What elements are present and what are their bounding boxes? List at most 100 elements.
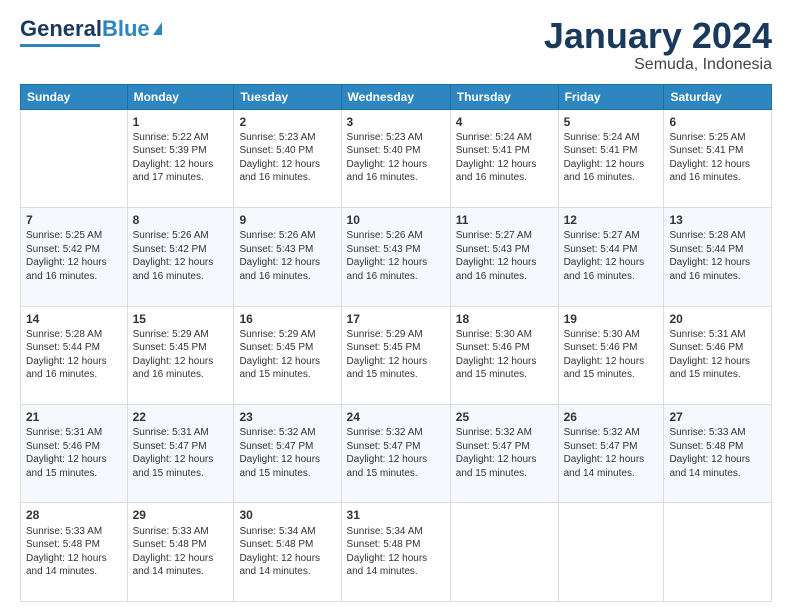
logo-text: General — [20, 16, 102, 42]
logo-blue-text: Blue — [102, 16, 150, 42]
calendar-cell: 28 Sunrise: 5:33 AM Sunset: 5:48 PM Dayli… — [21, 503, 128, 602]
day-number: 18 — [456, 311, 553, 327]
calendar-cell: 20Sunrise: 5:31 AM Sunset: 5:46 PM Dayli… — [664, 306, 772, 404]
calendar-week-row: 21Sunrise: 5:31 AM Sunset: 5:46 PM Dayli… — [21, 405, 772, 503]
day-number: 9 — [239, 212, 335, 228]
cell-info: Sunrise: 5:33 AM Sunset: 5:48 PM Dayligh… — [133, 525, 229, 579]
calendar-cell: 14Sunrise: 5:28 AM Sunset: 5:44 PM Dayli… — [21, 306, 128, 404]
cell-info: Sunrise: 5:28 AM Sunset: 5:44 PM Dayligh… — [26, 328, 122, 382]
calendar-cell: 11Sunrise: 5:27 AM Sunset: 5:43 PM Dayli… — [450, 208, 558, 306]
cell-info: Sunrise: 5:32 AM Sunset: 5:47 PM Dayligh… — [347, 426, 445, 480]
calendar-cell: 21Sunrise: 5:31 AM Sunset: 5:46 PM Dayli… — [21, 405, 128, 503]
day-number: 7 — [26, 212, 122, 228]
day-number: 13 — [669, 212, 766, 228]
calendar-cell: 31Sunrise: 5:34 AM Sunset: 5:48 PM Dayli… — [341, 503, 450, 602]
cell-info: Sunrise: 5:22 AM Sunset: 5:39 PM Dayligh… — [133, 131, 229, 185]
calendar-week-row: 28 Sunrise: 5:33 AM Sunset: 5:48 PM Dayli… — [21, 503, 772, 602]
cell-info: Sunrise: 5:34 AM Sunset: 5:48 PM Dayligh… — [239, 525, 335, 579]
cell-info: Sunrise: 5:31 AM Sunset: 5:46 PM Dayligh… — [669, 328, 766, 382]
calendar-cell: 9Sunrise: 5:26 AM Sunset: 5:43 PM Daylig… — [234, 208, 341, 306]
calendar-cell: 26Sunrise: 5:32 AM Sunset: 5:47 PM Dayli… — [558, 405, 664, 503]
calendar-cell: 6Sunrise: 5:25 AM Sunset: 5:41 PM Daylig… — [664, 109, 772, 207]
calendar-cell: 5Sunrise: 5:24 AM Sunset: 5:41 PM Daylig… — [558, 109, 664, 207]
calendar-day-header: Saturday — [664, 84, 772, 109]
calendar-cell: 8Sunrise: 5:26 AM Sunset: 5:42 PM Daylig… — [127, 208, 234, 306]
cell-info: Sunrise: 5:28 AM Sunset: 5:44 PM Dayligh… — [669, 229, 766, 283]
day-number: 17 — [347, 311, 445, 327]
calendar-cell: 1Sunrise: 5:22 AM Sunset: 5:39 PM Daylig… — [127, 109, 234, 207]
cell-info: Sunrise: 5:24 AM Sunset: 5:41 PM Dayligh… — [456, 131, 553, 185]
calendar-cell: 23Sunrise: 5:32 AM Sunset: 5:47 PM Dayli… — [234, 405, 341, 503]
calendar-cell: 12Sunrise: 5:27 AM Sunset: 5:44 PM Dayli… — [558, 208, 664, 306]
day-number: 3 — [347, 114, 445, 130]
calendar-table: SundayMondayTuesdayWednesdayThursdayFrid… — [20, 84, 772, 602]
page: General Blue January 2024 Semuda, Indone… — [0, 0, 792, 612]
cell-info: Sunrise: 5:29 AM Sunset: 5:45 PM Dayligh… — [239, 328, 335, 382]
day-number: 1 — [133, 114, 229, 130]
calendar-cell: 19Sunrise: 5:30 AM Sunset: 5:46 PM Dayli… — [558, 306, 664, 404]
calendar-cell: 22Sunrise: 5:31 AM Sunset: 5:47 PM Dayli… — [127, 405, 234, 503]
day-number: 25 — [456, 409, 553, 425]
day-number: 15 — [133, 311, 229, 327]
cell-info: Sunrise: 5:32 AM Sunset: 5:47 PM Dayligh… — [564, 426, 659, 480]
calendar-cell: 24Sunrise: 5:32 AM Sunset: 5:47 PM Dayli… — [341, 405, 450, 503]
calendar-cell: 4Sunrise: 5:24 AM Sunset: 5:41 PM Daylig… — [450, 109, 558, 207]
calendar-cell — [450, 503, 558, 602]
cell-info: Sunrise: 5:23 AM Sunset: 5:40 PM Dayligh… — [239, 131, 335, 185]
logo: General Blue — [20, 16, 162, 47]
calendar-day-header: Thursday — [450, 84, 558, 109]
day-number: 6 — [669, 114, 766, 130]
cell-info: Sunrise: 5:33 AM Sunset: 5:48 PM Dayligh… — [26, 525, 122, 579]
day-number: 10 — [347, 212, 445, 228]
day-number: 21 — [26, 409, 122, 425]
day-number: 14 — [26, 311, 122, 327]
cell-info: Sunrise: 5:23 AM Sunset: 5:40 PM Dayligh… — [347, 131, 445, 185]
calendar-day-header: Tuesday — [234, 84, 341, 109]
calendar-cell: 30 Sunrise: 5:34 AM Sunset: 5:48 PM Dayli… — [234, 503, 341, 602]
calendar-cell: 17Sunrise: 5:29 AM Sunset: 5:45 PM Dayli… — [341, 306, 450, 404]
cell-info: Sunrise: 5:31 AM Sunset: 5:46 PM Dayligh… — [26, 426, 122, 480]
logo-line: General Blue — [20, 16, 162, 42]
calendar-cell: 29 Sunrise: 5:33 AM Sunset: 5:48 PM Dayli… — [127, 503, 234, 602]
cell-info: Sunrise: 5:33 AM Sunset: 5:48 PM Dayligh… — [669, 426, 766, 480]
day-number: 23 — [239, 409, 335, 425]
cell-info: Sunrise: 5:24 AM Sunset: 5:41 PM Dayligh… — [564, 131, 659, 185]
day-number: 26 — [564, 409, 659, 425]
calendar-week-row: 14Sunrise: 5:28 AM Sunset: 5:44 PM Dayli… — [21, 306, 772, 404]
logo-underline — [20, 44, 100, 47]
calendar-cell: 25Sunrise: 5:32 AM Sunset: 5:47 PM Dayli… — [450, 405, 558, 503]
cell-info: Sunrise: 5:30 AM Sunset: 5:46 PM Dayligh… — [456, 328, 553, 382]
cell-info: Sunrise: 5:29 AM Sunset: 5:45 PM Dayligh… — [133, 328, 229, 382]
calendar-cell — [558, 503, 664, 602]
day-number: 28 — [26, 507, 122, 523]
calendar-day-header: Monday — [127, 84, 234, 109]
calendar-cell: 2Sunrise: 5:23 AM Sunset: 5:40 PM Daylig… — [234, 109, 341, 207]
calendar-cell: 7Sunrise: 5:25 AM Sunset: 5:42 PM Daylig… — [21, 208, 128, 306]
day-number: 4 — [456, 114, 553, 130]
cell-info: Sunrise: 5:31 AM Sunset: 5:47 PM Dayligh… — [133, 426, 229, 480]
cell-info: Sunrise: 5:29 AM Sunset: 5:45 PM Dayligh… — [347, 328, 445, 382]
day-number: 12 — [564, 212, 659, 228]
calendar-cell: 16Sunrise: 5:29 AM Sunset: 5:45 PM Dayli… — [234, 306, 341, 404]
calendar-cell: 3Sunrise: 5:23 AM Sunset: 5:40 PM Daylig… — [341, 109, 450, 207]
cell-info: Sunrise: 5:30 AM Sunset: 5:46 PM Dayligh… — [564, 328, 659, 382]
calendar-cell: 18Sunrise: 5:30 AM Sunset: 5:46 PM Dayli… — [450, 306, 558, 404]
calendar-cell: 10Sunrise: 5:26 AM Sunset: 5:43 PM Dayli… — [341, 208, 450, 306]
calendar-cell — [21, 109, 128, 207]
cell-info: Sunrise: 5:26 AM Sunset: 5:42 PM Dayligh… — [133, 229, 229, 283]
day-number: 30 — [239, 507, 335, 523]
day-number: 5 — [564, 114, 659, 130]
cell-info: Sunrise: 5:25 AM Sunset: 5:42 PM Dayligh… — [26, 229, 122, 283]
calendar-day-header: Friday — [558, 84, 664, 109]
day-number: 20 — [669, 311, 766, 327]
day-number: 29 — [133, 507, 229, 523]
cell-info: Sunrise: 5:26 AM Sunset: 5:43 PM Dayligh… — [347, 229, 445, 283]
day-number: 27 — [669, 409, 766, 425]
day-number: 31 — [347, 507, 445, 523]
calendar-cell — [664, 503, 772, 602]
day-number: 11 — [456, 212, 553, 228]
calendar-day-header: Sunday — [21, 84, 128, 109]
calendar-day-header: Wednesday — [341, 84, 450, 109]
cell-info: Sunrise: 5:25 AM Sunset: 5:41 PM Dayligh… — [669, 131, 766, 185]
main-title: January 2024 — [544, 16, 772, 56]
